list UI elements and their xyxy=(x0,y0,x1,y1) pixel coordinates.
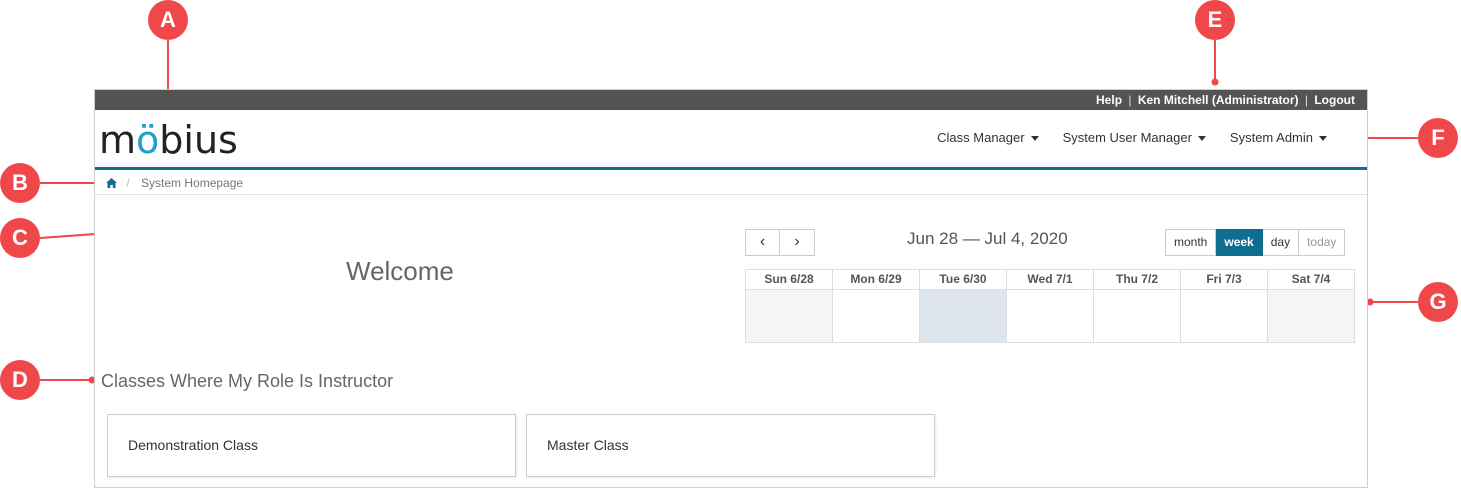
calendar-nav: ‹ › xyxy=(745,229,815,256)
callout-c: C xyxy=(0,218,40,258)
view-today-button[interactable]: today xyxy=(1299,229,1346,256)
day-header: Thu 7/2 xyxy=(1094,270,1181,290)
nav-label: Class Manager xyxy=(937,130,1025,145)
calendar-next-button[interactable]: › xyxy=(780,229,815,256)
breadcrumb: / System Homepage xyxy=(95,173,1367,195)
help-link[interactable]: Help xyxy=(1096,93,1122,107)
calendar-prev-button[interactable]: ‹ xyxy=(745,229,780,256)
day-cell[interactable] xyxy=(1094,290,1181,342)
calendar-body-row xyxy=(746,290,1354,342)
welcome-heading: Welcome xyxy=(346,256,454,286)
view-month-button[interactable]: month xyxy=(1165,229,1217,256)
nav-menu: Class Manager System User Manager System… xyxy=(925,130,1339,145)
nav-label: System User Manager xyxy=(1062,130,1192,145)
app-window: Help | Ken Mitchell (Administrator) | Lo… xyxy=(94,89,1368,488)
callout-d: D xyxy=(0,360,40,400)
logo-text-o: ö xyxy=(136,118,160,162)
logout-link[interactable]: Logout xyxy=(1314,93,1355,107)
user-profile-link[interactable]: Ken Mitchell (Administrator) xyxy=(1138,93,1299,107)
day-header: Sun 6/28 xyxy=(746,270,833,290)
nav-system-admin[interactable]: System Admin xyxy=(1218,130,1339,145)
day-cell-today[interactable] xyxy=(920,290,1007,342)
day-header: Wed 7/1 xyxy=(1007,270,1094,290)
main-navbar: möbius Class Manager System User Manager… xyxy=(95,110,1367,170)
logo-text-bius: bius xyxy=(159,118,238,162)
breadcrumb-separator: / xyxy=(126,176,130,190)
home-icon[interactable] xyxy=(106,174,117,188)
day-cell[interactable] xyxy=(1268,290,1354,342)
separator: | xyxy=(1304,93,1308,107)
nav-class-manager[interactable]: Class Manager xyxy=(925,130,1050,145)
calendar-title: Jun 28 — Jul 4, 2020 xyxy=(907,229,1068,248)
nav-label: System Admin xyxy=(1229,130,1313,145)
caret-down-icon xyxy=(1030,136,1039,142)
callout-a: A xyxy=(148,0,188,40)
callout-g: G xyxy=(1418,282,1458,322)
caret-down-icon xyxy=(1197,136,1206,142)
day-header: Sat 7/4 xyxy=(1268,270,1354,290)
callout-e: E xyxy=(1195,0,1235,40)
top-utility-bar: Help | Ken Mitchell (Administrator) | Lo… xyxy=(95,90,1367,110)
callout-b: B xyxy=(0,163,40,203)
calendar-grid: Sun 6/28 Mon 6/29 Tue 6/30 Wed 7/1 Thu 7… xyxy=(745,269,1355,343)
day-cell[interactable] xyxy=(833,290,920,342)
nav-system-user-manager[interactable]: System User Manager xyxy=(1051,130,1218,145)
day-header: Tue 6/30 xyxy=(920,270,1007,290)
day-cell[interactable] xyxy=(746,290,833,342)
class-card-master[interactable]: Master Class xyxy=(526,414,935,477)
day-header: Fri 7/3 xyxy=(1181,270,1268,290)
day-cell[interactable] xyxy=(1181,290,1268,342)
calendar-view-switcher: month week day today xyxy=(1165,229,1346,256)
view-day-button[interactable]: day xyxy=(1262,229,1300,256)
day-header: Mon 6/29 xyxy=(833,270,920,290)
separator: | xyxy=(1128,93,1132,107)
view-week-button[interactable]: week xyxy=(1216,229,1263,256)
class-card-demonstration[interactable]: Demonstration Class xyxy=(107,414,516,477)
caret-down-icon xyxy=(1319,136,1327,142)
breadcrumb-current: System Homepage xyxy=(141,176,244,190)
calendar-header-row: Sun 6/28 Mon 6/29 Tue 6/30 Wed 7/1 Thu 7… xyxy=(746,270,1354,290)
day-cell[interactable] xyxy=(1007,290,1094,342)
logo-text-m: m xyxy=(99,118,137,162)
callout-f: F xyxy=(1418,118,1458,158)
instructor-classes-heading: Classes Where My Role Is Instructor xyxy=(101,371,394,391)
mobius-logo[interactable]: möbius xyxy=(99,118,238,162)
